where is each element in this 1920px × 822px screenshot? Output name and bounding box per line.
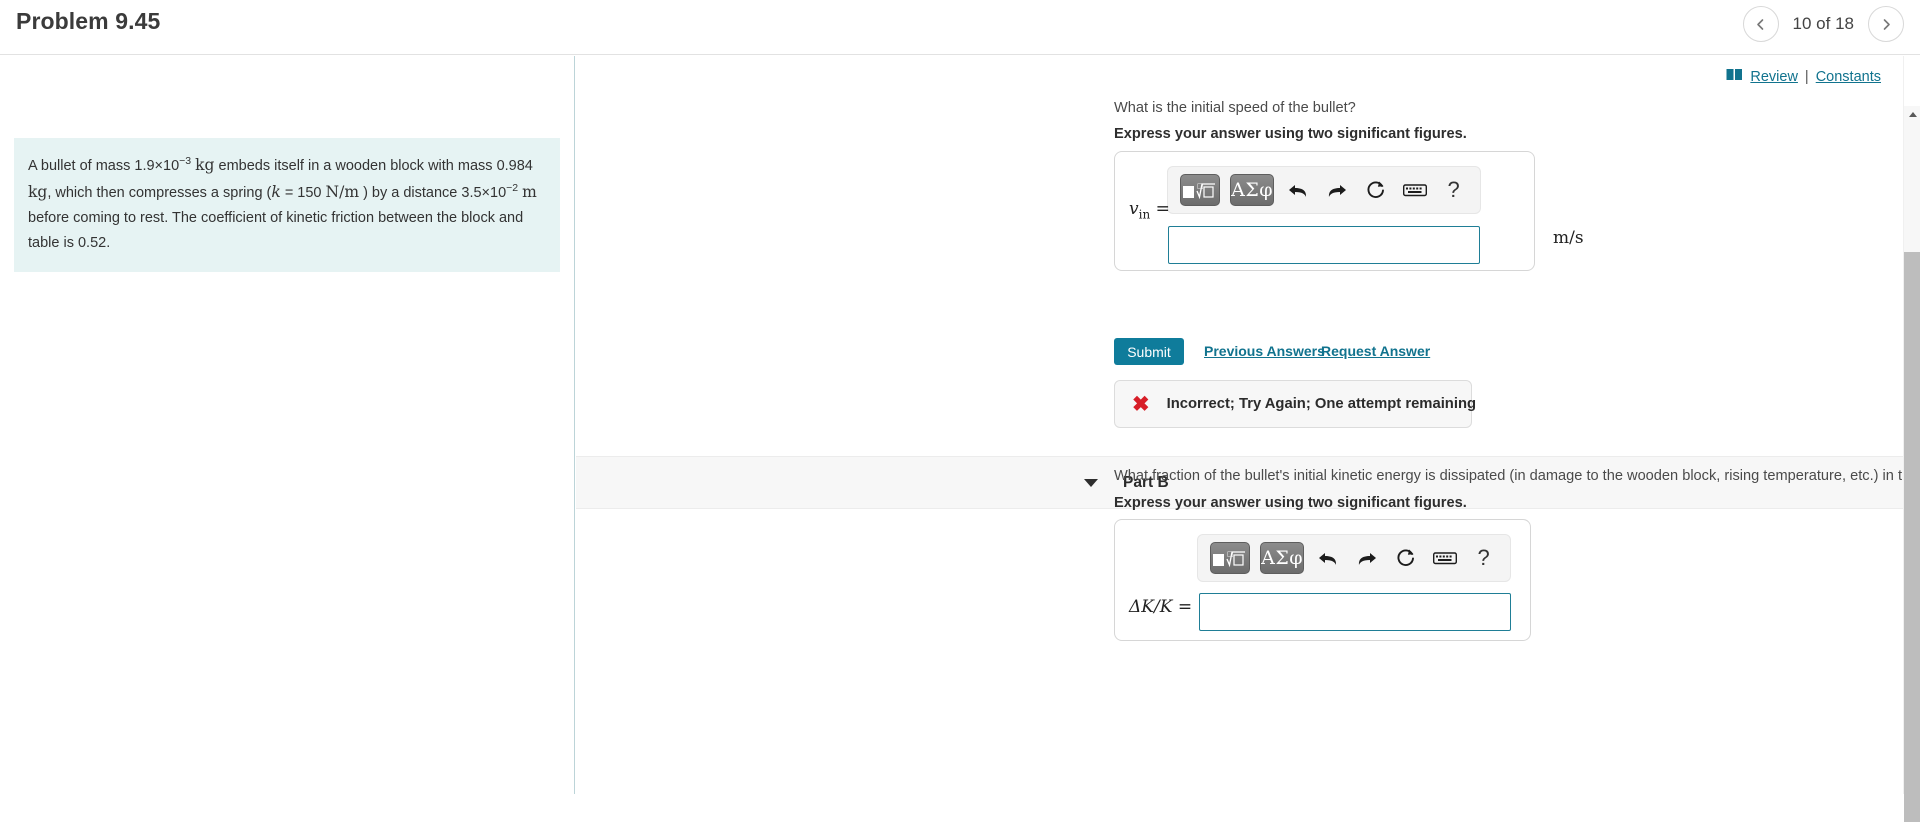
problem-text-line2c: , which then compresses a spring ( bbox=[47, 184, 272, 201]
svg-text:□: □ bbox=[1227, 550, 1234, 558]
previous-problem-button[interactable] bbox=[1742, 6, 1779, 42]
keyboard-icon bbox=[1402, 184, 1427, 197]
part-b-undo-button[interactable] bbox=[1314, 543, 1343, 573]
part-a-request-answer-link[interactable]: Request Answer bbox=[1321, 343, 1430, 359]
part-a-feedback-banner: ✖ Incorrect; Try Again; One attempt rema… bbox=[1114, 380, 1476, 428]
book-icon bbox=[1726, 68, 1743, 85]
problem-text-line2e: ) by bbox=[363, 184, 388, 201]
part-a-answer-label: vin = bbox=[1129, 199, 1170, 221]
part-b-redo-button[interactable] bbox=[1353, 543, 1382, 573]
part-b-math-toolbar: □ ΑΣφ ? bbox=[1197, 534, 1511, 582]
triangle-up-icon bbox=[1908, 112, 1917, 117]
problem-text-line2a: mass 0.984 bbox=[457, 158, 533, 174]
chevron-right-icon bbox=[1883, 18, 1890, 30]
undo-icon bbox=[1289, 184, 1307, 197]
template-icon: □ bbox=[1183, 182, 1216, 200]
part-a-help-button[interactable]: ? bbox=[1439, 175, 1468, 205]
part-b-reset-button[interactable] bbox=[1392, 543, 1421, 573]
caret-down-icon[interactable] bbox=[1084, 478, 1098, 487]
part-a-redo-button[interactable] bbox=[1323, 175, 1352, 205]
next-problem-button[interactable] bbox=[1868, 6, 1904, 42]
problem-counter: 10 of 18 bbox=[1792, 14, 1854, 33]
problem-unit-kg-1: kg bbox=[195, 156, 215, 174]
chevron-left-icon bbox=[1757, 18, 1764, 30]
part-a-instruction: Express your answer using two significan… bbox=[1114, 126, 1467, 142]
part-b-template-button[interactable]: □ bbox=[1210, 542, 1251, 574]
links-separator: | bbox=[1804, 68, 1809, 85]
top-bar: Problem 9.45 10 of 18 bbox=[0, 0, 1920, 55]
x-mark-icon: ✖ bbox=[1132, 392, 1150, 416]
problem-statement-box: A bullet of mass 1.9×10−3 kg embeds itse… bbox=[14, 138, 560, 272]
part-b-help-button[interactable]: ? bbox=[1469, 543, 1498, 573]
svg-text:□: □ bbox=[1197, 182, 1204, 190]
resource-links: Review | Constants bbox=[1726, 68, 1881, 85]
part-b-answer-label: ΔK/K = bbox=[1129, 597, 1192, 617]
problem-statement-pane: A bullet of mass 1.9×10−3 kg embeds itse… bbox=[0, 56, 575, 794]
pager: 10 of 18 bbox=[1742, 6, 1904, 42]
vertical-scrollbar[interactable] bbox=[1903, 56, 1920, 822]
constants-link[interactable]: Constants bbox=[1816, 69, 1881, 85]
scrollbar-thumb[interactable] bbox=[1904, 252, 1920, 822]
problem-text-line3c: before coming to rest. The coefficient o… bbox=[28, 209, 328, 226]
part-a-feedback-text: Incorrect; Try Again; One attempt remain… bbox=[1166, 396, 1477, 412]
part-a-variable: v bbox=[1129, 199, 1139, 219]
problem-text-line3a: a distance 3.5×10 bbox=[391, 184, 507, 201]
part-b-answer-card: □ ΑΣφ ? ΔK/K = bbox=[1114, 519, 1531, 641]
problem-exponent-1: −3 bbox=[179, 155, 192, 168]
part-a-submit-button[interactable]: Submit bbox=[1114, 338, 1184, 365]
part-a-math-toolbar: □ ΑΣφ ? bbox=[1167, 166, 1481, 214]
part-b-symbols-button[interactable]: ΑΣφ bbox=[1260, 542, 1305, 574]
part-b-variable: ΔK/K bbox=[1129, 597, 1173, 617]
scrollbar-track[interactable] bbox=[1904, 123, 1920, 822]
part-b-equals: = bbox=[1177, 597, 1193, 617]
reset-icon bbox=[1397, 549, 1414, 566]
part-a-question: What is the initial speed of the bullet? bbox=[1114, 100, 1356, 116]
redo-icon bbox=[1329, 184, 1347, 197]
problem-text-line2d: = 150 bbox=[284, 184, 322, 201]
part-b-question: What fraction of the bullet's initial ki… bbox=[1114, 468, 1903, 484]
part-a-answer-card: □ ΑΣφ ? vin = bbox=[1114, 151, 1535, 271]
part-a-template-button[interactable]: □ bbox=[1180, 174, 1221, 206]
part-a-reset-button[interactable] bbox=[1362, 175, 1391, 205]
problem-unit-meter: m bbox=[522, 182, 537, 201]
problem-text-line1c: embeds itself in a wooden block with bbox=[218, 158, 454, 174]
part-a-previous-answers-link[interactable]: Previous Answers bbox=[1204, 343, 1325, 359]
undo-icon bbox=[1319, 552, 1337, 565]
part-a-keyboard-button[interactable] bbox=[1400, 175, 1429, 205]
answer-pane: Review | Constants What is the initial s… bbox=[576, 56, 1903, 794]
part-a-symbols-button[interactable]: ΑΣφ bbox=[1230, 174, 1275, 206]
review-link[interactable]: Review bbox=[1750, 69, 1798, 85]
reset-icon bbox=[1367, 181, 1384, 198]
keyboard-icon bbox=[1432, 552, 1457, 565]
redo-icon bbox=[1359, 552, 1377, 565]
part-b-answer-input[interactable] bbox=[1199, 593, 1511, 631]
problem-symbol-k: k bbox=[271, 182, 281, 201]
problem-text-line1a: A bullet of mass 1.9×10 bbox=[28, 158, 180, 174]
part-a-unit-label: m/s bbox=[1553, 228, 1584, 248]
part-a-variable-subscript: in bbox=[1138, 207, 1151, 222]
part-b-keyboard-button[interactable] bbox=[1430, 543, 1459, 573]
page-title: Problem 9.45 bbox=[16, 8, 161, 34]
part-b-instruction: Express your answer using two significan… bbox=[1114, 495, 1467, 511]
problem-exponent-2: −2 bbox=[506, 182, 519, 195]
part-a-undo-button[interactable] bbox=[1284, 175, 1313, 205]
part-a-answer-input[interactable] bbox=[1168, 226, 1480, 264]
template-icon: □ bbox=[1213, 550, 1246, 568]
problem-unit-kg-2: kg bbox=[28, 182, 48, 201]
problem-unit-newton-per-meter: N/m bbox=[325, 182, 360, 201]
part-a-equals: = bbox=[1155, 199, 1170, 219]
scroll-up-button[interactable] bbox=[1904, 106, 1920, 123]
